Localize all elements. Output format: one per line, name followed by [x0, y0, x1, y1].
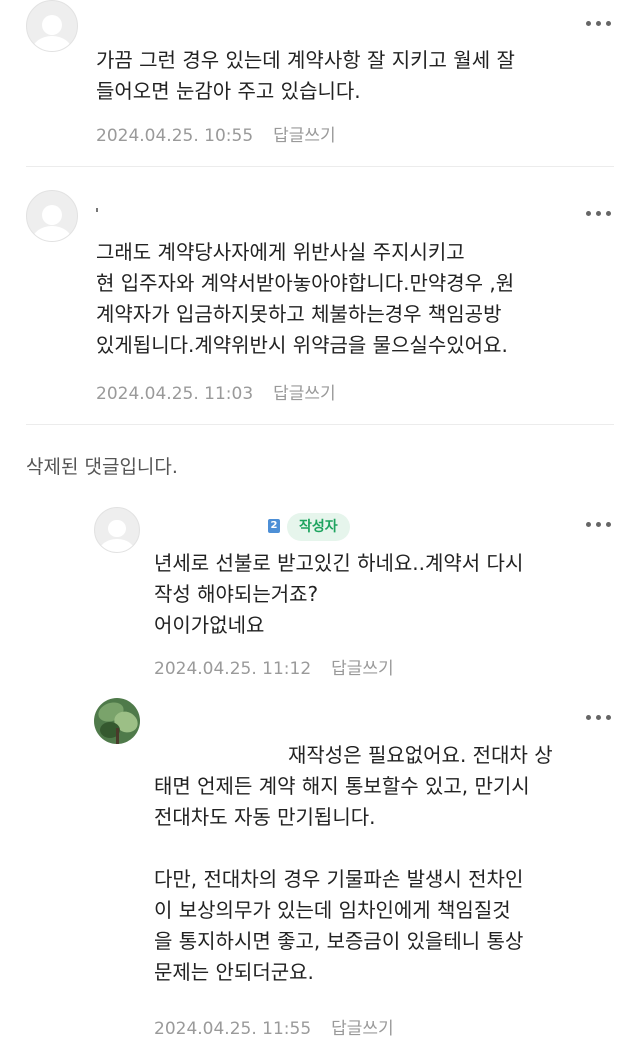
level-mark-icon: 2	[268, 519, 280, 533]
comment-line: 가끔 그런 경우 있는데 계약사항 잘 지키고 월세 잘	[96, 48, 515, 72]
reply-meta: 2024.04.25. 11:55 답글쓰기	[154, 1014, 394, 1039]
comment-meta: 2024.04.25. 11:03 답글쓰기	[96, 379, 336, 404]
more-options-icon[interactable]	[584, 207, 614, 219]
comment-date: 2024.04.25. 10:55	[96, 126, 254, 146]
reply-line: 재작성은 필요없어요. 전대차 상	[288, 743, 553, 767]
reply-line: 이 보상의무가 있는데 임차인에게 책임질것	[154, 898, 511, 922]
comment-line: 그래도 계약당사자에게 위반사실 주지시키고	[96, 240, 465, 264]
avatar[interactable]	[26, 0, 78, 52]
reply-line: 년세로 선불로 받고있긴 하네요..계약서 다시	[154, 551, 524, 575]
reply-blank-line	[154, 833, 553, 864]
reply-text: 년세로 선불로 받고있긴 하네요..계약서 다시 작성 해야되는거죠? 어이가없…	[154, 548, 523, 641]
reply-line: 전대차도 자동 만기됩니다.	[154, 805, 376, 829]
reply-line: 문제는 안되더군요.	[154, 960, 314, 984]
reply-button[interactable]: 답글쓰기	[331, 659, 394, 679]
reply-line: 태면 언제든 계약 해지 통보할수 있고, 만기시	[154, 774, 530, 798]
comment-text: 그래도 계약당사자에게 위반사실 주지시키고 현 입주자와 계약서받아놓아야합니…	[96, 237, 514, 361]
reply-line: 어이가없네요	[154, 613, 265, 637]
reply-button[interactable]: 답글쓰기	[273, 126, 336, 146]
reply-date: 2024.04.25. 11:12	[154, 659, 312, 679]
reply-date: 2024.04.25. 11:55	[154, 1019, 312, 1039]
comment-text: 가끔 그런 경우 있는데 계약사항 잘 지키고 월세 잘 들어오면 눈감아 주고…	[96, 45, 515, 107]
reply-text: 재작성은 필요없어요. 전대차 상 태면 언제든 계약 해지 통보할수 있고, …	[154, 740, 553, 988]
reply-line: 작성 해야되는거죠?	[154, 582, 319, 606]
reply-button[interactable]: 답글쓰기	[331, 1019, 394, 1039]
more-options-icon[interactable]	[584, 17, 614, 29]
comment-meta: 2024.04.25. 10:55 답글쓰기	[96, 121, 336, 146]
comment-line: 현 입주자와 계약서받아놓아야합니다.만약경우 ,원	[96, 271, 515, 295]
author-name-mark	[96, 208, 98, 212]
reply-meta: 2024.04.25. 11:12 답글쓰기	[154, 654, 394, 679]
reply-line: 을 통지하시면 좋고, 보증금이 있을테니 통상	[154, 929, 524, 953]
comment-date: 2024.04.25. 11:03	[96, 384, 254, 404]
avatar[interactable]	[26, 190, 78, 242]
reply-line: 다만, 전대차의 경우 기물파손 발생시 전차인	[154, 867, 524, 891]
comment-line: 있게됩니다.계약위반시 위약금을 물으실수있어요.	[96, 333, 508, 357]
avatar[interactable]	[94, 507, 140, 553]
comment-line: 들어오면 눈감아 주고 있습니다.	[96, 79, 361, 103]
author-badge: 작성자	[287, 513, 350, 541]
divider	[26, 424, 614, 425]
comment-line: 계약자가 입금하지못하고 체불하는경우 책임공방	[96, 302, 502, 326]
avatar[interactable]	[94, 698, 140, 744]
divider	[26, 166, 614, 167]
reply-button[interactable]: 답글쓰기	[273, 384, 336, 404]
more-options-icon[interactable]	[584, 518, 614, 530]
deleted-comment-notice: 삭제된 댓글입니다.	[26, 456, 178, 478]
more-options-icon[interactable]	[584, 711, 614, 723]
